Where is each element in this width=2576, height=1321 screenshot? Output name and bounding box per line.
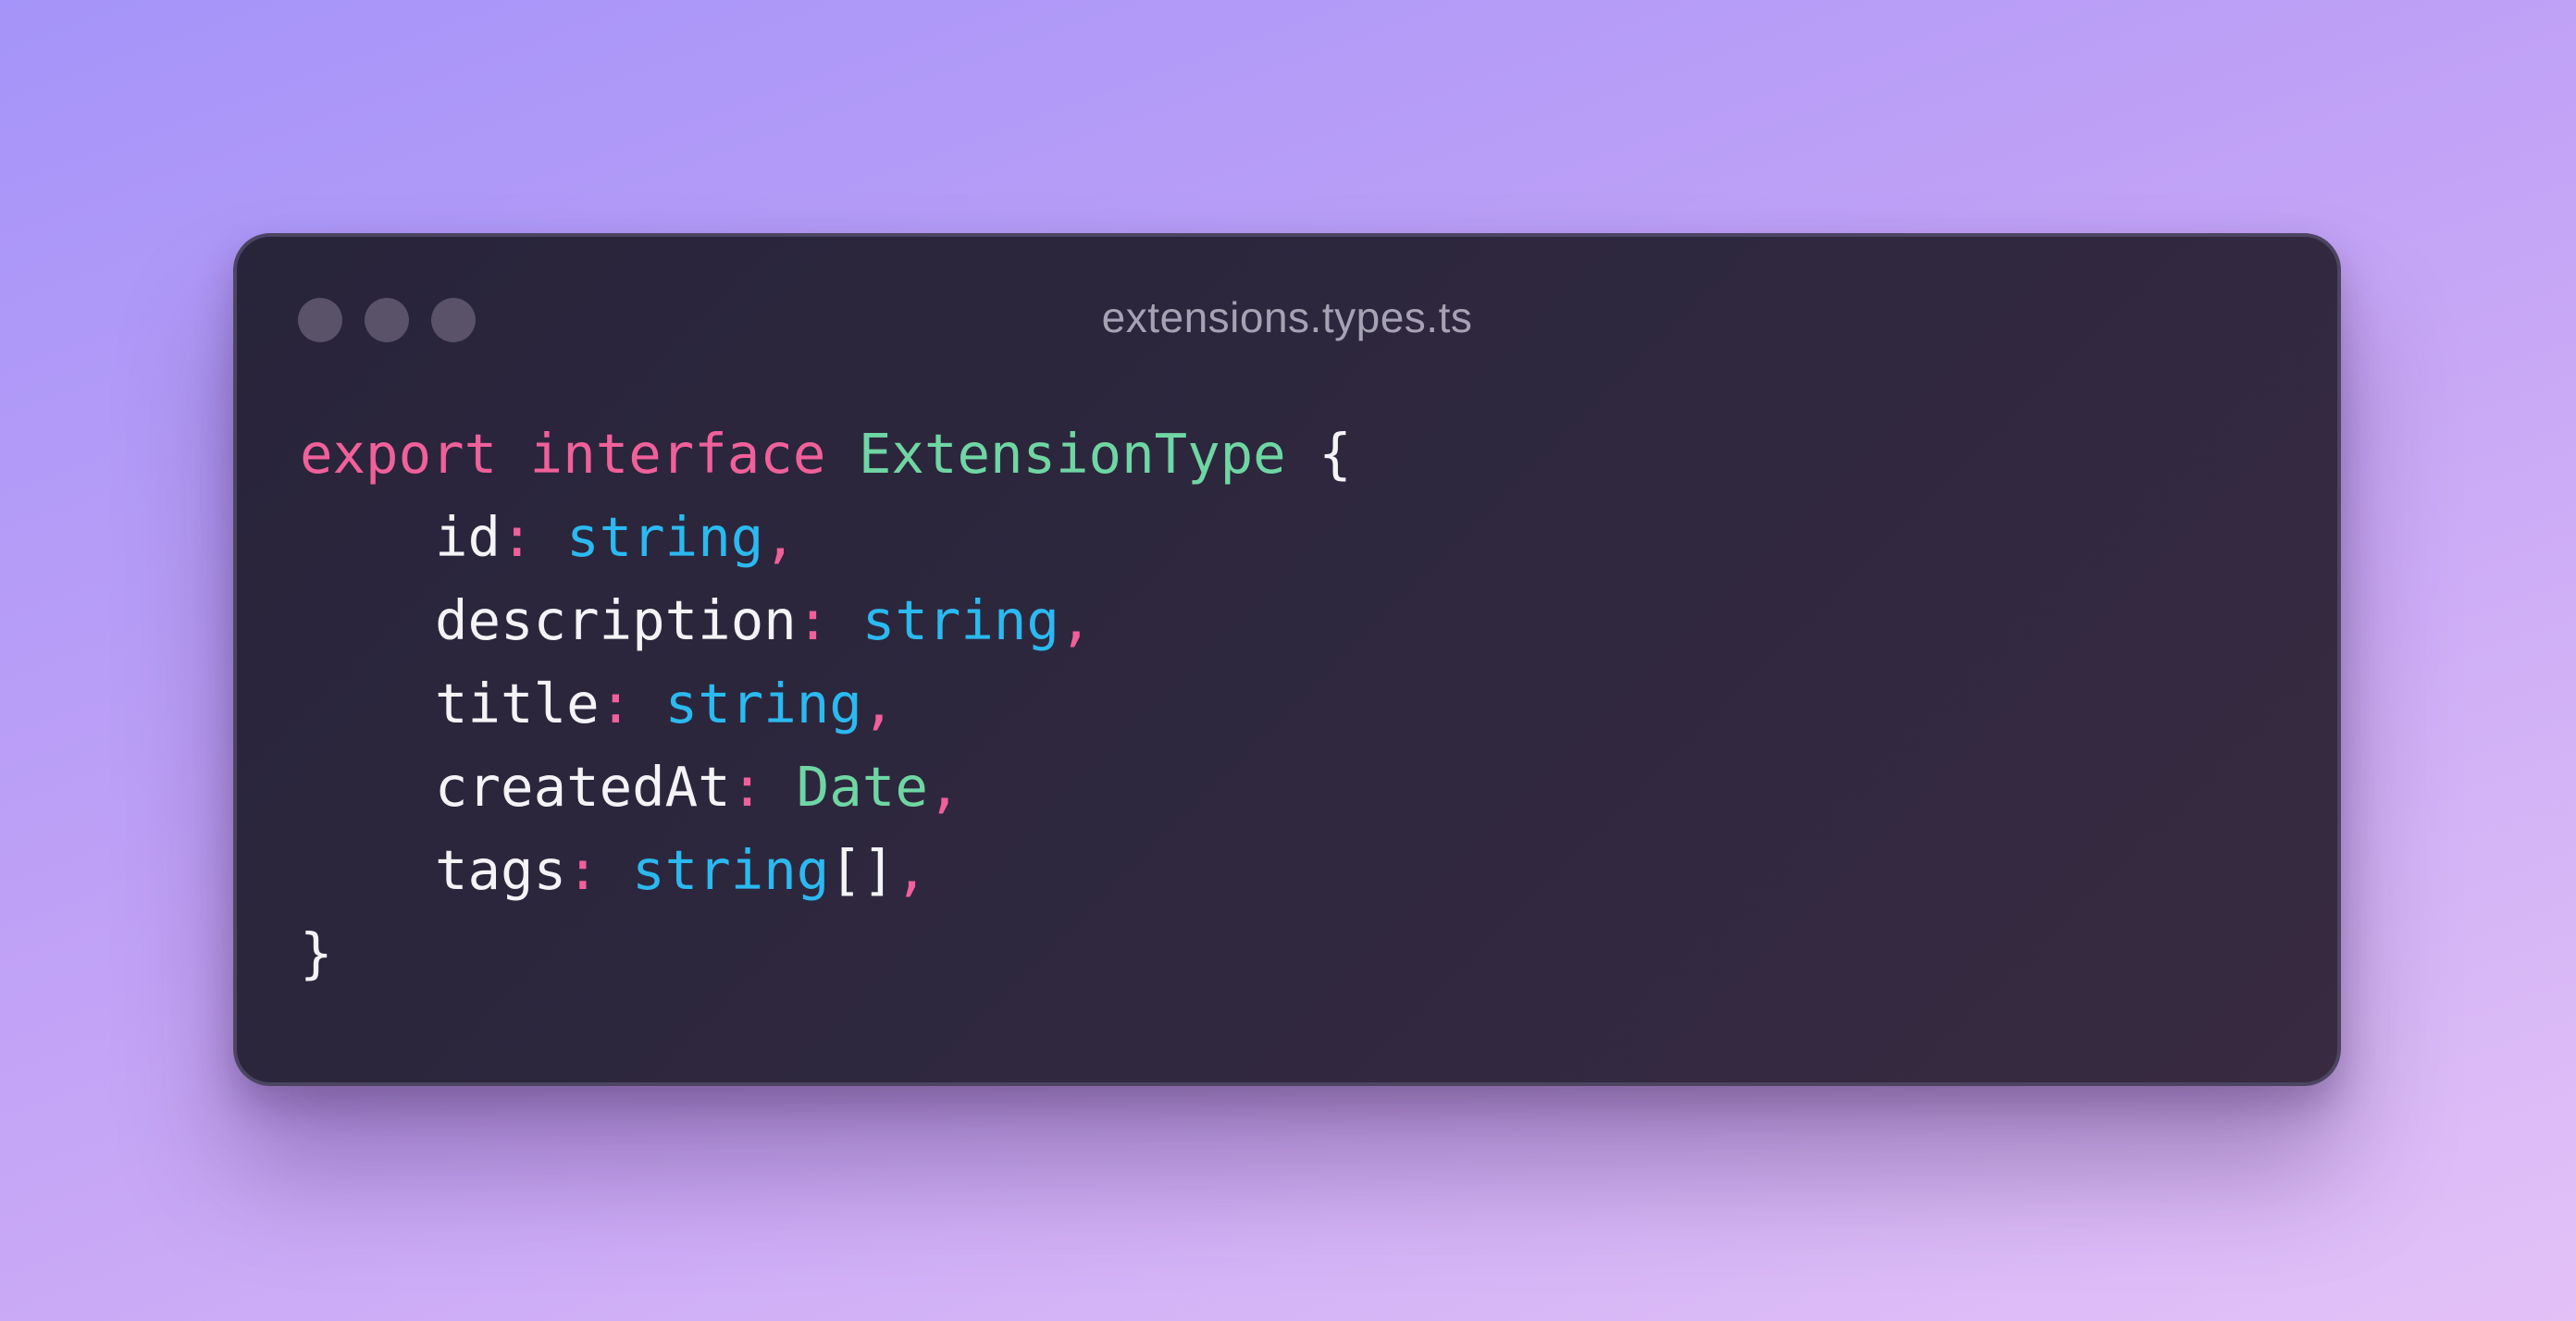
window-titlebar: extensions.types.ts [237,237,2337,403]
colon: : [730,755,764,819]
property-name: title [435,672,600,735]
file-name: extensions.types.ts [1101,293,1473,341]
property-type: string [664,672,862,735]
property-name: id [435,505,502,569]
property-type: string [566,505,764,569]
colon: : [599,672,633,735]
colon: : [566,838,600,902]
close-brace: } [300,921,333,985]
property-name: description [435,588,797,652]
code-window: extensions.types.ts export interface Ext… [233,233,2341,1086]
property-type: string [632,838,830,902]
type-suffix: [] [829,838,896,902]
open-brace: { [1319,422,1352,486]
keyword-interface: interface [529,422,826,486]
keyword-export: export [300,422,498,486]
property-name: tags [435,838,567,902]
interface-name: ExtensionType [858,422,1286,486]
comma: , [861,672,896,735]
code-block: export interface ExtensionType {id: stri… [300,413,1352,995]
colon: : [501,505,534,569]
code-line-field-tags: tags: string[], [300,829,1352,912]
code-line-interface-declaration: export interface ExtensionType { [300,413,1352,496]
code-line-field-description: description: string, [300,579,1352,662]
comma: , [927,755,961,819]
comma: , [763,505,797,569]
property-type: Date [796,755,928,819]
comma: , [895,838,928,902]
colon: : [796,588,830,652]
comma: , [1059,588,1093,652]
code-line-field-createdAt: createdAt: Date, [300,746,1352,829]
code-line-field-title: title: string, [300,662,1352,746]
code-line-close-brace: } [300,912,1352,995]
property-type: string [861,588,1059,652]
code-line-field-id: id: string, [300,496,1352,579]
property-name: createdAt [435,755,731,819]
